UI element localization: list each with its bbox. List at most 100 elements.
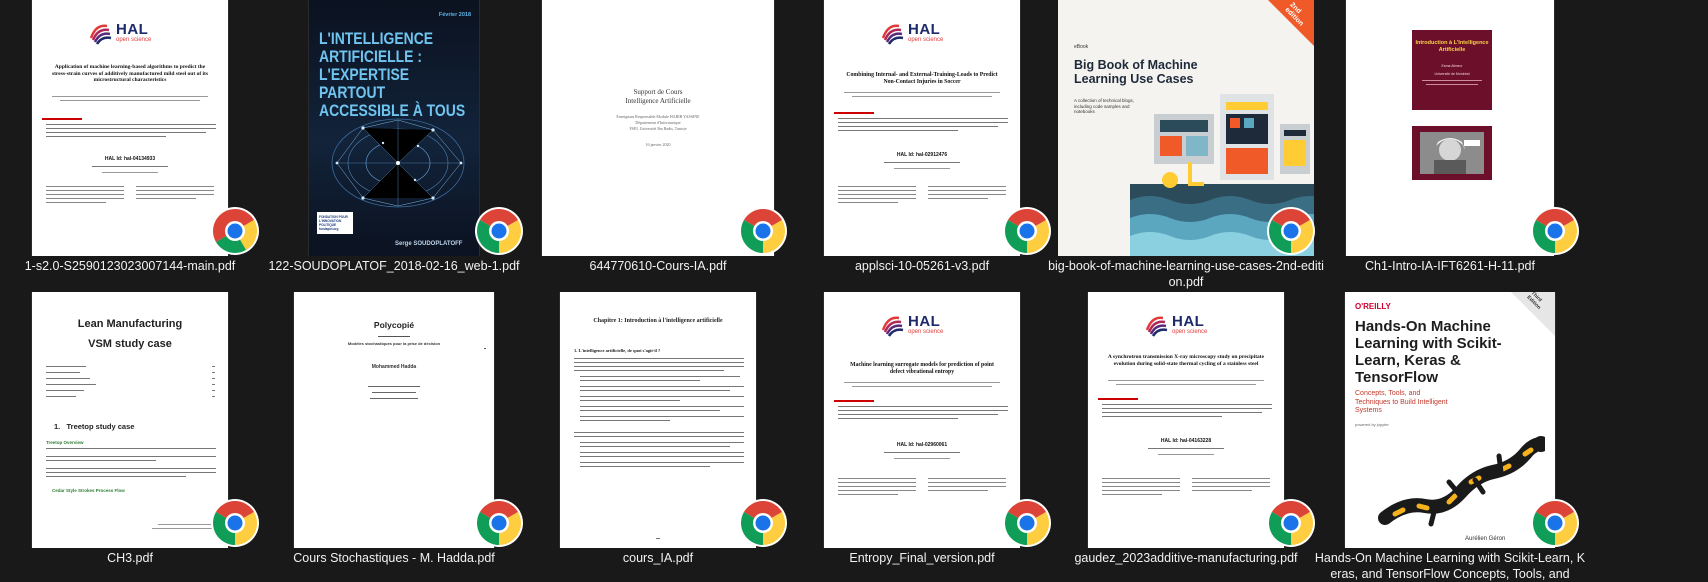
file-name[interactable]: Cours Stochastiques - M. Hadda.pdf: [256, 550, 532, 566]
file-name[interactable]: CH3.pdf: [0, 550, 268, 566]
chrome-icon: [1267, 207, 1315, 255]
hal-logo: HAL open science: [1143, 312, 1207, 338]
publisher-logo: FONDATION POUR L'INNOVATION POLITIQUE fo…: [317, 212, 353, 234]
report-sub1: Treetop Overview: [46, 440, 84, 445]
file-name[interactable]: gaudez_2023additive-manufacturing.pdf: [1048, 550, 1324, 566]
book-author: Aurélien Géron: [1465, 536, 1506, 542]
file-tile[interactable]: HAL open science Machine learning surrog…: [794, 292, 1051, 582]
chrome-icon: [475, 499, 523, 547]
hal-logo: HAL open science: [879, 312, 943, 338]
pdf-page: HAL open science A synchrotron transmiss…: [1088, 292, 1284, 548]
chapter-h1: 1. L'intelligence artificielle, de quoi …: [574, 348, 661, 353]
report-title2: VSM study case: [88, 338, 172, 350]
file-tile[interactable]: HAL open science Combining Internal- and…: [794, 0, 1051, 290]
file-tile[interactable]: HAL open science A synchrotron transmiss…: [1058, 292, 1315, 582]
salamander-icon: [1378, 436, 1545, 527]
chrome-icon: [739, 499, 787, 547]
file-tile[interactable]: Introduction à L'Intelligence Artificiel…: [1322, 0, 1579, 290]
publisher-text: FONDATION POUR L'INNOVATION POLITIQUE fo…: [319, 215, 348, 231]
paper-title: Application of machine learning-based al…: [51, 64, 209, 83]
pdf-page: Février 2018 L'INTELLIGENCE ARTIFICIELLE…: [309, 0, 479, 256]
file-tile[interactable]: Lean Manufacturing VSM study case 1. Tre…: [2, 292, 259, 582]
pdf-page: Lean Manufacturing VSM study case 1. Tre…: [32, 292, 228, 548]
file-tile[interactable]: Support de Cours Intelligence Artificiel…: [530, 0, 787, 290]
file-tile[interactable]: Polycopié Modèles stochastiques pour la …: [266, 292, 523, 582]
chrome-icon: [1267, 499, 1315, 547]
publisher-name: O'REILLY: [1355, 302, 1391, 311]
paper-title: A synchrotron transmission X-ray microsc…: [1107, 354, 1265, 367]
file-name[interactable]: 122-SOUDOPLATOF_2018-02-16_web-1.pdf: [256, 258, 532, 274]
course-meta3: FSEI, Université Ibn Badis, Tunisie: [629, 126, 687, 131]
pdf-page: Introduction à L'Intelligence Artificiel…: [1346, 0, 1554, 256]
course-line2: Intelligence Artificielle: [625, 97, 691, 105]
chrome-icon: [1003, 499, 1051, 547]
file-name[interactable]: Ch1-Intro-IA-IFT6261-H-11.pdf: [1312, 258, 1588, 274]
file-tile[interactable]: HAL open science Application of machine …: [2, 0, 259, 290]
hal-word: HAL: [116, 20, 149, 38]
file-tile[interactable]: eBook Big Book of Machine Learning Use C…: [1048, 0, 1324, 290]
file-name[interactable]: Entropy_Final_version.pdf: [784, 550, 1060, 566]
hal-sub: open science: [908, 36, 944, 43]
slide-dept: Université de Montréal: [1434, 72, 1470, 76]
file-tile[interactable]: Chapitre 1: Introduction à l'intelligenc…: [530, 292, 787, 582]
chrome-icon: [1531, 207, 1579, 255]
pdf-page: HAL open science Application of machine …: [32, 0, 228, 256]
pdf-page: HAL open science Combining Internal- and…: [824, 0, 1020, 256]
file-grid: HAL open science Application of machine …: [0, 0, 1708, 581]
hal-sub: open science: [1172, 328, 1208, 335]
file-name[interactable]: Hands-On Machine Learning with Scikit-Le…: [1312, 550, 1588, 582]
slide-title: Introduction à L'Intelligence Artificiel…: [1415, 40, 1489, 53]
hal-swirl-icon: [89, 24, 112, 45]
cover-author: Serge SOUDOPLATOFF: [395, 241, 463, 247]
file-tile[interactable]: O'REILLY Third Edition Hands-On Machine …: [1315, 292, 1585, 582]
chrome-icon: [475, 207, 523, 255]
file-name[interactable]: big-book-of-machine-learning-use-cases-2…: [1048, 258, 1324, 290]
course-meta2: Département d'Informatique: [635, 120, 681, 125]
file-name[interactable]: cours_IA.pdf: [520, 550, 796, 566]
chapter-title: Chapitre 1: Introduction à l'intelligenc…: [593, 318, 723, 324]
slide-author: Esma Aïmeur: [1441, 64, 1463, 68]
chrome-icon: [739, 207, 787, 255]
hal-word: HAL: [908, 20, 941, 38]
book-title: Hands-On Machine Learning with Scikit-Le…: [1355, 318, 1502, 386]
report-title1: Lean Manufacturing: [77, 318, 183, 330]
chrome-icon: [211, 499, 259, 547]
hal-word: HAL: [908, 312, 941, 330]
slide-1: Introduction à L'Intelligence Artificiel…: [1412, 30, 1492, 110]
hal-sub: open science: [116, 36, 152, 43]
hal-id: HAL Id: hal-04134933: [104, 156, 156, 162]
pdf-page: HAL open science Machine learning surrog…: [824, 292, 1020, 548]
cover-title: L'INTELLIGENCE ARTIFICIELLE : L'EXPERTIS…: [319, 29, 466, 120]
ebook-tag: eBook: [1074, 44, 1089, 50]
hal-swirl-icon: [881, 316, 904, 337]
course-date: 16 janvier 2020: [645, 142, 671, 147]
book-subtitle: Concepts, Tools, and Techniques to Build…: [1355, 390, 1448, 414]
poly-title: Polycopié: [373, 320, 415, 330]
pdf-page: Polycopié Modèles stochastiques pour la …: [294, 292, 494, 548]
file-name[interactable]: 1-s2.0-S2590123023007144-main.pdf: [0, 258, 268, 274]
hal-id: HAL Id: hal-02960061: [896, 442, 948, 448]
course-line1: Support de Cours: [633, 88, 683, 96]
file-tile[interactable]: Février 2018 L'INTELLIGENCE ARTIFICIELLE…: [266, 0, 523, 290]
hal-id: HAL Id: hal-04163228: [1160, 438, 1212, 444]
course-meta1: Enseignant Responsable Module HABIB YASS…: [616, 114, 700, 119]
paper-title: Combining Internal- and External-Trainin…: [846, 72, 998, 85]
slide-2: [1412, 126, 1492, 180]
cover-date: Février 2018: [438, 12, 471, 18]
hal-swirl-icon: [881, 24, 904, 45]
ebook-title: Big Book of Machine Learning Use Cases: [1074, 58, 1198, 86]
portrait-photo-icon: [1420, 132, 1484, 174]
report-sub2: Cedar Style Strokes Process Flow: [52, 488, 125, 493]
hal-swirl-icon: [1145, 316, 1168, 337]
file-name[interactable]: 644770610-Cours-IA.pdf: [520, 258, 796, 274]
chrome-icon: [1003, 207, 1051, 255]
report-section: 1. Treetop study case: [54, 422, 135, 431]
file-name[interactable]: applsci-10-05261-v3.pdf: [784, 258, 1060, 274]
pdf-page: Chapitre 1: Introduction à l'intelligenc…: [560, 292, 756, 548]
powered-by: powered by jupyter: [1355, 422, 1389, 427]
brain-network-icon: [331, 118, 465, 208]
pdf-page: O'REILLY Third Edition Hands-On Machine …: [1345, 292, 1555, 548]
chrome-icon: [211, 207, 259, 255]
poly-author: Mohammed Hadda: [371, 364, 417, 370]
paper-title: Machine learning surrogate models for pr…: [850, 362, 994, 375]
